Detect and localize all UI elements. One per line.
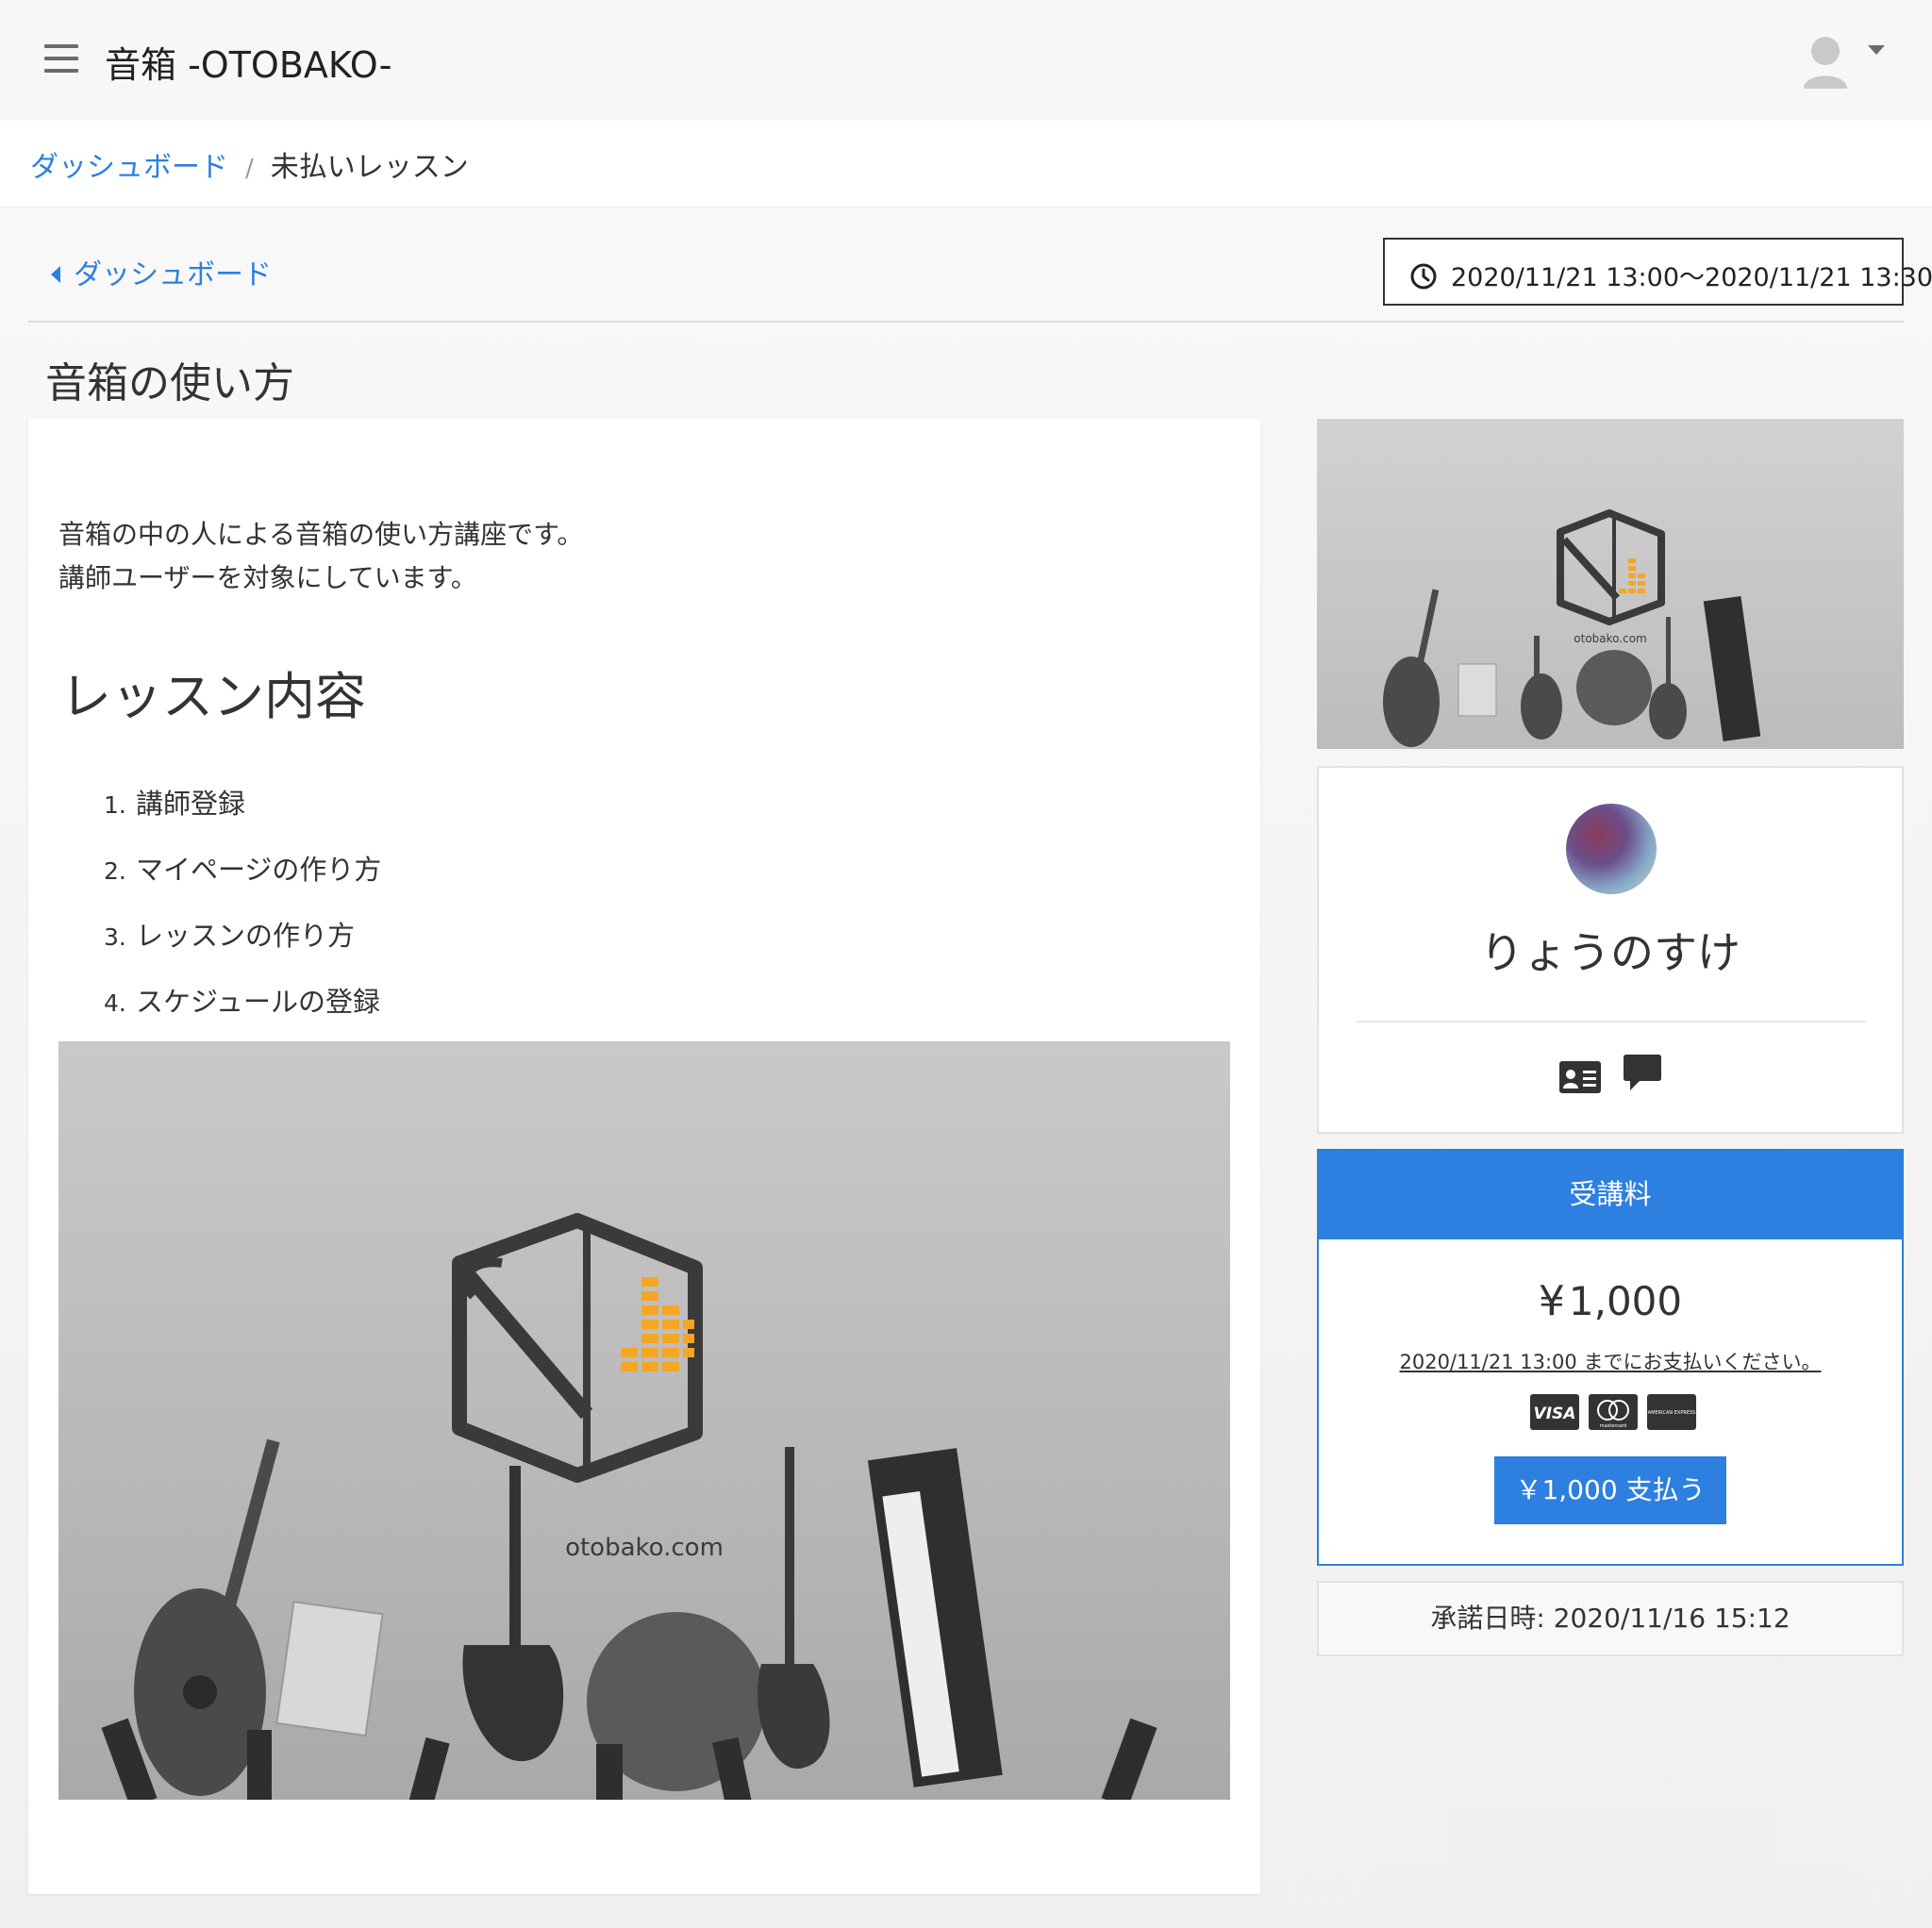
breadcrumb: ダッシュボード / 未払いレッスン bbox=[0, 121, 1932, 208]
fee-header: 受講料 bbox=[1317, 1149, 1904, 1239]
section-heading: レッスン内容 bbox=[60, 667, 366, 726]
lesson-description: 音箱の中の人による音箱の使い方講座です。 講師ユーザーを対象にしています。 bbox=[58, 513, 583, 600]
keyboard bbox=[867, 1448, 1003, 1787]
teacher-actions bbox=[1558, 1053, 1672, 1098]
list-item: 3. レッスンの作り方 bbox=[104, 920, 356, 952]
clock-icon bbox=[1410, 263, 1437, 289]
accepted-cards: VISA mastercard AMERICAN EXPRESS bbox=[1530, 1394, 1696, 1432]
user-menu[interactable] bbox=[1802, 36, 1896, 92]
description-line: 講師ユーザーを対象にしています。 bbox=[58, 562, 477, 593]
electric-guitar bbox=[462, 1466, 564, 1762]
lesson-title: 音箱の使い方 bbox=[45, 359, 294, 407]
payment-deadline-note: 2020/11/21 13:00 までにお支払いください。 bbox=[1399, 1351, 1822, 1373]
caret-down-icon[interactable] bbox=[1868, 45, 1885, 55]
schedule-text: 2020/11/21 13:00〜2020/11/21 13:30 bbox=[1451, 263, 1932, 292]
fee-amount: ¥1,000 bbox=[1538, 1277, 1683, 1325]
fee-panel: ¥1,000 2020/11/21 13:00 までにお支払いください。 VIS… bbox=[1317, 1239, 1904, 1566]
lesson-cover-image: otobako.com bbox=[58, 1041, 1230, 1800]
id-card-icon[interactable] bbox=[1558, 1058, 1602, 1096]
back-link-label: ダッシュボード bbox=[74, 258, 272, 291]
description-line: 音箱の中の人による音箱の使い方講座です。 bbox=[58, 519, 584, 550]
breadcrumb-current: 未払いレッスン bbox=[270, 151, 469, 184]
comment-icon[interactable] bbox=[1623, 1053, 1662, 1094]
lesson-thumbnail: otobako.com bbox=[1317, 419, 1904, 749]
otobako-logo bbox=[1557, 509, 1665, 625]
logo-bars bbox=[621, 1277, 694, 1371]
user-avatar-icon[interactable] bbox=[1802, 36, 1849, 91]
visa-icon: VISA bbox=[1530, 1394, 1579, 1430]
divider bbox=[1357, 1021, 1866, 1022]
amex-icon: AMERICAN EXPRESS bbox=[1647, 1394, 1696, 1430]
pay-button[interactable]: ￥1,000 支払う bbox=[1494, 1456, 1726, 1524]
lesson-detail-panel: 音箱の中の人による音箱の使い方講座です。 講師ユーザーを対象にしています。 レッ… bbox=[28, 419, 1260, 1894]
caret-left-icon bbox=[51, 265, 60, 283]
top-navbar: 音箱 -OTOBAKO- bbox=[0, 0, 1932, 121]
lesson-content-list: 1. 講師登録 2. マイページの作り方 3. レッスンの作り方 4. スケジュールの登… bbox=[104, 782, 381, 1046]
brand-title[interactable]: 音箱 -OTOBAKO- bbox=[105, 36, 391, 88]
svg-text:AMERICAN EXPRESS: AMERICAN EXPRESS bbox=[1648, 1410, 1696, 1416]
mastercard-icon: mastercard bbox=[1589, 1394, 1638, 1430]
image-caption: otobako.com bbox=[1574, 632, 1646, 645]
otobako-logo bbox=[452, 1213, 703, 1483]
divider bbox=[28, 321, 1904, 323]
teacher-card: りょうのすけ bbox=[1317, 766, 1904, 1134]
bass-guitar bbox=[758, 1447, 830, 1770]
teacher-avatar[interactable] bbox=[1566, 804, 1657, 894]
breadcrumb-separator: / bbox=[245, 155, 254, 183]
logo-bars bbox=[1619, 558, 1645, 593]
hamburger-icon[interactable] bbox=[44, 44, 78, 75]
list-item: 1. 講師登録 bbox=[104, 788, 246, 820]
back-to-dashboard-link[interactable]: ダッシュボード bbox=[51, 251, 272, 292]
list-item: 4. スケジュールの登録 bbox=[104, 986, 380, 1018]
svg-text:VISA: VISA bbox=[1534, 1404, 1576, 1423]
teacher-name[interactable]: りょうのすけ bbox=[1319, 919, 1902, 981]
laptop bbox=[275, 1600, 384, 1737]
approval-datetime: 承諾日時: 2020/11/16 15:12 bbox=[1317, 1581, 1904, 1656]
lesson-schedule: 2020/11/21 13:00〜2020/11/21 13:30 bbox=[1383, 238, 1932, 306]
breadcrumb-dashboard-link[interactable]: ダッシュボード bbox=[30, 151, 228, 184]
instruments-photo: otobako.com bbox=[101, 1213, 1158, 1800]
image-caption: otobako.com bbox=[565, 1534, 724, 1562]
svg-text:mastercard: mastercard bbox=[1600, 1423, 1626, 1429]
list-item: 2. マイページの作り方 bbox=[104, 854, 382, 886]
